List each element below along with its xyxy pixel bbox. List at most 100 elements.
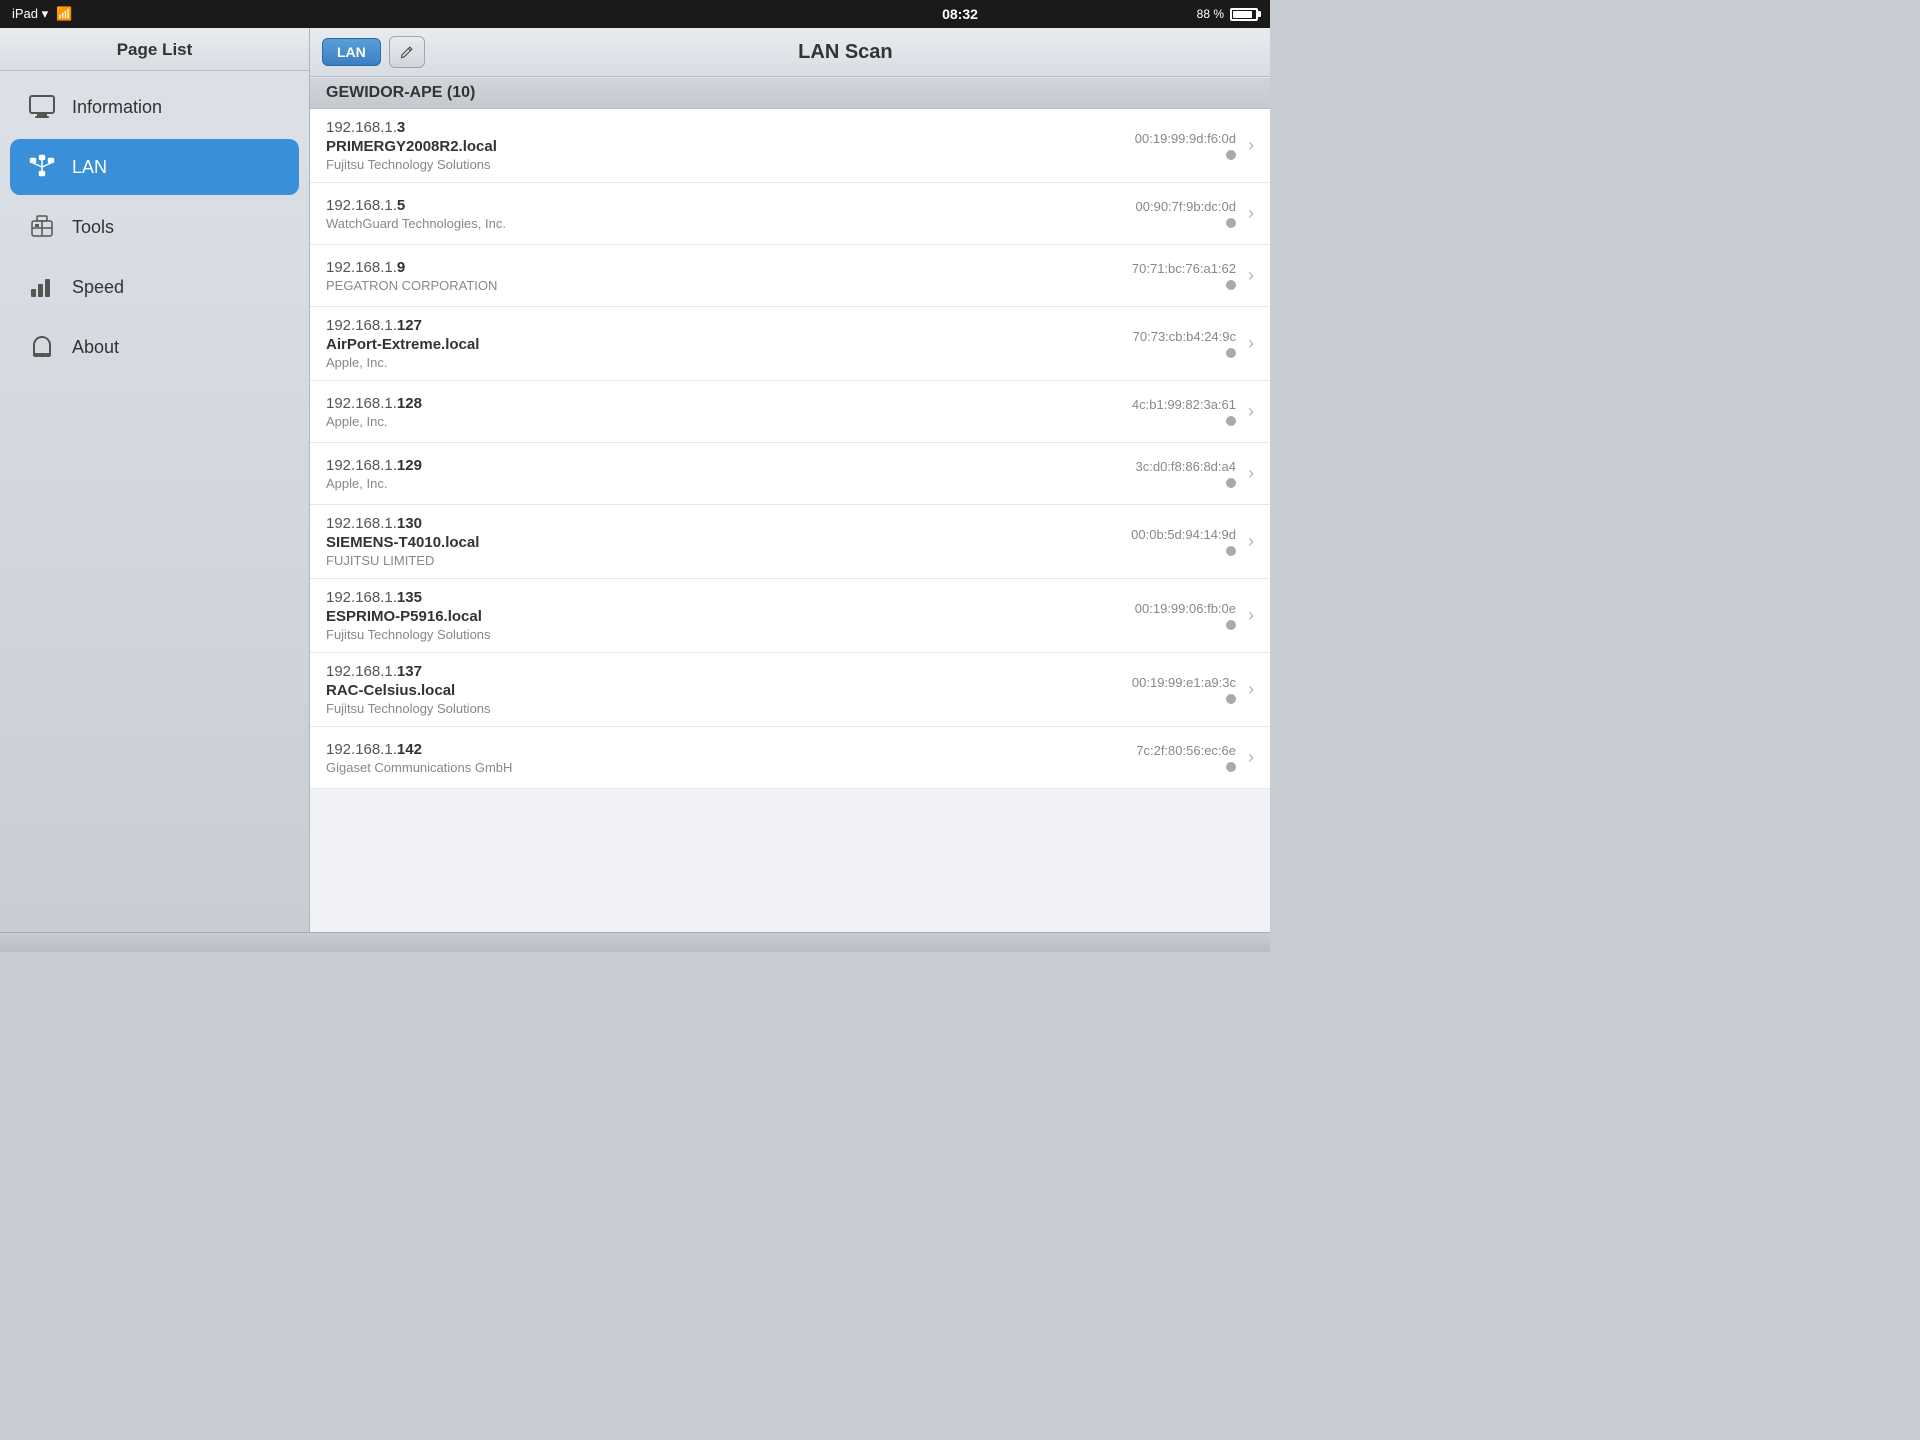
sidebar-item-speed[interactable]: Speed (10, 259, 299, 315)
sidebar-item-about[interactable]: About (10, 319, 299, 375)
status-bar: iPad ▾ 📶 08:32 88 % (0, 0, 1270, 28)
chevron-right-icon: › (1248, 401, 1254, 422)
device-info: 192.168.1.135 ESPRIMO-P5916.local Fujitsu … (326, 589, 1135, 642)
device-ip: 192.168.1.5 (326, 197, 1136, 214)
device-ip: 192.168.1.142 (326, 741, 1136, 758)
status-dot (1226, 416, 1236, 426)
status-dot (1226, 348, 1236, 358)
device-ip: 192.168.1.129 (326, 457, 1136, 474)
device-vendor: Fujitsu Technology Solutions (326, 701, 1132, 716)
device-mac: 70:73:cb:b4:24:9c (1133, 329, 1236, 344)
device-vendor: PEGATRON CORPORATION (326, 278, 1132, 293)
device-vendor: Gigaset Communications GmbH (326, 760, 1136, 775)
device-ip: 192.168.1.135 (326, 589, 1135, 606)
device-ip: 192.168.1.128 (326, 395, 1132, 412)
scan-content[interactable]: GEWIDOR-APE (10) 192.168.1.3 PRIMERGY2008… (310, 77, 1270, 932)
device-mac: 00:90:7f:9b:dc:0d (1136, 199, 1236, 214)
toolbar-title: LAN Scan (433, 41, 1258, 64)
monitor-icon (26, 91, 58, 123)
device-label: iPad ▾ (12, 6, 48, 22)
device-mac-area: 00:0b:5d:94:14:9d (1131, 527, 1236, 556)
device-mac-area: 00:19:99:9d:f6:0d (1135, 131, 1236, 160)
device-info: 192.168.1.128 Apple, Inc. (326, 395, 1132, 429)
chevron-right-icon: › (1248, 333, 1254, 354)
sidebar-item-label: LAN (72, 157, 107, 178)
edit-button[interactable] (389, 36, 425, 68)
lan-button[interactable]: LAN (322, 38, 381, 66)
device-row[interactable]: 192.168.1.128 Apple, Inc.4c:b1:99:82:3a:6… (310, 381, 1270, 443)
wifi-icon: 📶 (56, 6, 72, 22)
status-dot (1226, 762, 1236, 772)
sidebar-item-label: Tools (72, 217, 114, 238)
status-dot (1226, 546, 1236, 556)
sidebar-nav: Information LAN (0, 71, 309, 383)
sidebar: Page List Information (0, 28, 310, 932)
device-row[interactable]: 192.168.1.130SIEMENS-T4010.localFUJITSU … (310, 505, 1270, 579)
sidebar-item-label: About (72, 337, 119, 358)
toolbar: LAN LAN Scan (310, 28, 1270, 77)
device-list: 192.168.1.3 PRIMERGY2008R2.local Fujitsu T… (310, 109, 1270, 789)
status-time: 08:32 (942, 6, 978, 22)
chevron-right-icon: › (1248, 747, 1254, 768)
device-mac-area: 00:19:99:06:fb:0e (1135, 601, 1236, 630)
device-info: 192.168.1.3 PRIMERGY2008R2.local Fujitsu T… (326, 119, 1135, 172)
chevron-right-icon: › (1248, 531, 1254, 552)
device-mac-area: 3c:d0:f8:86:8d:a4 (1136, 459, 1236, 488)
device-vendor: FUJITSU LIMITED (326, 553, 1131, 568)
group-header: GEWIDOR-APE (10) (310, 77, 1270, 109)
device-ip: 192.168.1.137 (326, 663, 1132, 680)
device-row[interactable]: 192.168.1.9PEGATRON CORPORATION70:71:bc:… (310, 245, 1270, 307)
sidebar-item-lan[interactable]: LAN (10, 139, 299, 195)
device-row[interactable]: 192.168.1.129 Apple, Inc.3c:d0:f8:86:8d:a… (310, 443, 1270, 505)
status-left: iPad ▾ 📶 (12, 6, 72, 22)
device-info: 192.168.1.142 Gigaset Communications GmbH (326, 741, 1136, 775)
device-mac-area: 4c:b1:99:82:3a:61 (1132, 397, 1236, 426)
device-vendor: Apple, Inc. (326, 476, 1136, 491)
bottom-bar (0, 932, 1270, 952)
status-dot (1226, 478, 1236, 488)
sidebar-item-information[interactable]: Information (10, 79, 299, 135)
device-row[interactable]: 192.168.1.142 Gigaset Communications GmbH… (310, 727, 1270, 789)
device-hostname: RAC-Celsius.local (326, 682, 1132, 699)
device-ip: 192.168.1.3 (326, 119, 1135, 136)
chevron-right-icon: › (1248, 605, 1254, 626)
device-hostname: PRIMERGY2008R2.local (326, 138, 1135, 155)
device-mac-area: 00:19:99:e1:a9:3c (1132, 675, 1236, 704)
chevron-right-icon: › (1248, 135, 1254, 156)
device-row[interactable]: 192.168.1.137 RAC-Celsius.local Fujitsu Te… (310, 653, 1270, 727)
lan-icon (26, 151, 58, 183)
device-info: 192.168.1.137 RAC-Celsius.local Fujitsu Te… (326, 663, 1132, 716)
device-row[interactable]: 192.168.1.5WatchGuard Technologies, Inc.… (310, 183, 1270, 245)
device-vendor: Fujitsu Technology Solutions (326, 157, 1135, 172)
sidebar-item-tools[interactable]: Tools (10, 199, 299, 255)
device-vendor: Apple, Inc. (326, 414, 1132, 429)
device-info: 192.168.1.129 Apple, Inc. (326, 457, 1136, 491)
status-dot (1226, 280, 1236, 290)
device-row[interactable]: 192.168.1.127AirPort-Extreme.localApple,… (310, 307, 1270, 381)
chevron-right-icon: › (1248, 463, 1254, 484)
device-mac-area: 7c:2f:80:56:ec:6e (1136, 743, 1236, 772)
device-ip: 192.168.1.127 (326, 317, 1133, 334)
device-info: 192.168.1.5WatchGuard Technologies, Inc. (326, 197, 1136, 231)
status-dot (1226, 218, 1236, 228)
about-icon (26, 331, 58, 363)
device-vendor: Fujitsu Technology Solutions (326, 627, 1135, 642)
tools-icon (26, 211, 58, 243)
device-mac: 4c:b1:99:82:3a:61 (1132, 397, 1236, 412)
device-mac-area: 00:90:7f:9b:dc:0d (1136, 199, 1236, 228)
sidebar-item-label: Speed (72, 277, 124, 298)
device-row[interactable]: 192.168.1.3 PRIMERGY2008R2.local Fujitsu T… (310, 109, 1270, 183)
status-dot (1226, 694, 1236, 704)
main-content: Page List Information (0, 28, 1270, 932)
device-hostname: ESPRIMO-P5916.local (326, 608, 1135, 625)
sidebar-item-label: Information (72, 97, 162, 118)
device-info: 192.168.1.127AirPort-Extreme.localApple,… (326, 317, 1133, 370)
device-info: 192.168.1.130SIEMENS-T4010.localFUJITSU … (326, 515, 1131, 568)
device-row[interactable]: 192.168.1.135 ESPRIMO-P5916.local Fujitsu … (310, 579, 1270, 653)
status-right: 88 % (1197, 7, 1258, 21)
device-info: 192.168.1.9 PEGATRON CORPORATION (326, 259, 1132, 293)
status-dot (1226, 620, 1236, 630)
device-hostname: SIEMENS-T4010.local (326, 534, 1131, 551)
device-vendor: Apple, Inc. (326, 355, 1133, 370)
device-ip: 192.168.1.9 (326, 259, 1132, 276)
